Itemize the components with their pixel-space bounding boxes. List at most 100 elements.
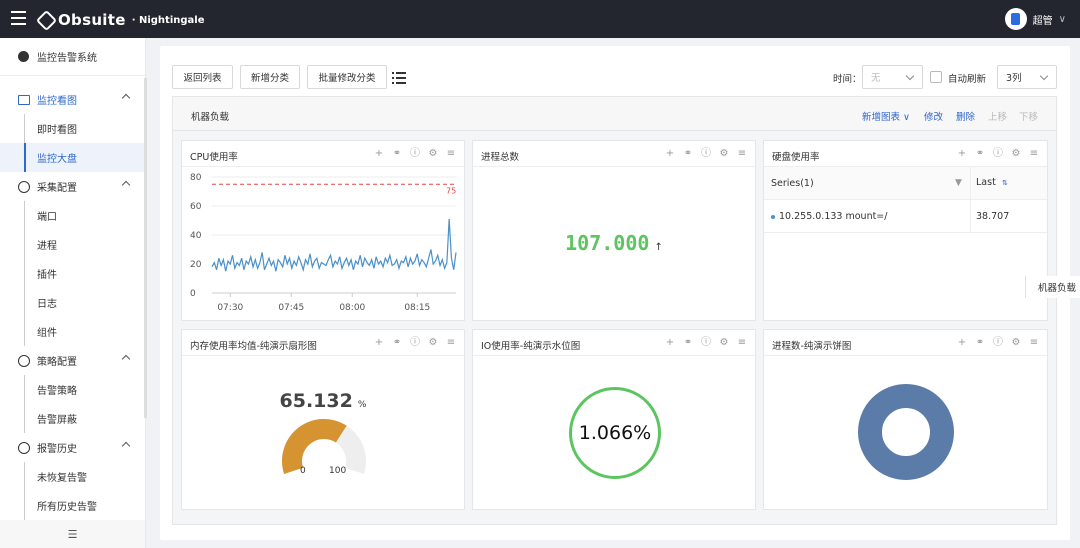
sidebar-group-strategy[interactable]: 策略配置 <box>0 346 145 375</box>
sidebar-item-all-history[interactable]: 所有历史告警 <box>0 491 145 520</box>
info-icon[interactable]: ⓘ <box>410 338 420 348</box>
edit-group-button[interactable]: 修改 <box>924 109 943 123</box>
auto-refresh-checkbox[interactable] <box>930 71 942 83</box>
chevron-up-icon <box>121 354 131 364</box>
link-icon[interactable]: ⚭ <box>683 149 693 159</box>
sort-icon[interactable]: ⇅ <box>1002 179 1008 187</box>
columns-select[interactable]: 3列 <box>997 65 1057 89</box>
sidebar-item-instant[interactable]: 即时看图 <box>0 114 145 143</box>
col-last[interactable]: Last <box>976 177 996 188</box>
brand-name: Obsuite <box>58 11 126 29</box>
batch-edit-button[interactable]: 批量修改分类 <box>307 65 387 89</box>
time-select[interactable]: 无 <box>862 65 923 89</box>
gear-icon[interactable]: ⚙ <box>719 338 729 348</box>
sidebar-group-collect[interactable]: 采集配置 <box>0 172 145 201</box>
link-icon[interactable]: ⚭ <box>392 149 402 159</box>
table-row[interactable]: 10.255.0.133 mount=/ 38.707 <box>764 200 1047 233</box>
top-bar: Obsuite · Nightingale 超管 ∨ <box>0 0 1080 38</box>
sidebar-group-history[interactable]: 报警历史 <box>0 433 145 462</box>
info-icon[interactable]: ⓘ <box>410 149 420 159</box>
chevron-up-icon <box>121 180 131 190</box>
list-icon[interactable]: ≡ <box>446 149 456 159</box>
panel-header: 进程总数 + ⚭ ⓘ ⚙ ≡ <box>473 141 755 167</box>
move-up-button[interactable]: 上移 <box>988 109 1007 123</box>
list-icon[interactable]: ≡ <box>1029 149 1039 159</box>
collapse-sidebar-button[interactable]: ☰ <box>0 520 145 548</box>
globe-icon <box>18 180 30 193</box>
sidebar: 监控告警系统 监控看图 即时看图 监控大盘 采集配置 端口 进程 插件 日志 组… <box>0 38 147 548</box>
user-menu[interactable]: 超管 ∨ <box>1004 8 1066 30</box>
info-icon[interactable]: ⓘ <box>993 338 1003 348</box>
plus-icon[interactable]: + <box>665 149 675 159</box>
sidebar-scrollbar[interactable] <box>144 78 147 418</box>
gear-icon[interactable]: ⚙ <box>428 338 438 348</box>
gear-icon[interactable]: ⚙ <box>428 149 438 159</box>
sidebar-title: 监控告警系统 <box>37 53 97 64</box>
sidebar-item-port[interactable]: 端口 <box>0 201 145 230</box>
info-icon[interactable]: ⓘ <box>701 149 711 159</box>
liquid-value: 1.066% <box>578 422 652 444</box>
info-icon[interactable]: ⓘ <box>993 149 1003 159</box>
sidebar-item-plugin[interactable]: 插件 <box>0 259 145 288</box>
filter-icon[interactable]: ▼ <box>955 178 962 188</box>
sidebar-item-alert-policy[interactable]: 告警策略 <box>0 375 145 404</box>
back-button[interactable]: 返回列表 <box>172 65 233 89</box>
info-icon[interactable]: ⓘ <box>701 338 711 348</box>
list-icon[interactable]: ≡ <box>1029 338 1039 348</box>
x-tick-label: 08:15 <box>404 303 430 313</box>
link-icon[interactable]: ⚭ <box>975 149 985 159</box>
panel-memory: 内存使用率均值-纯演示扇形图 + ⚭ ⓘ ⚙ ≡ 65.132 % 0 100 <box>181 329 465 510</box>
link-icon[interactable]: ⚭ <box>392 338 402 348</box>
sidebar-item-unresolved[interactable]: 未恢复告警 <box>0 462 145 491</box>
add-chart-button[interactable]: 新增图表 ∨ <box>862 109 910 123</box>
gauge-readout: 65.132 % <box>182 390 464 412</box>
compass-icon <box>18 354 30 367</box>
list-icon[interactable]: ≡ <box>737 149 747 159</box>
chevron-up-icon <box>121 441 131 451</box>
panel-title: 进程总数 <box>481 152 520 163</box>
plus-icon[interactable]: + <box>374 149 384 159</box>
y-tick-label: 0 <box>190 289 196 299</box>
collapse-icon: ☰ <box>67 527 78 541</box>
gear-icon[interactable]: ⚙ <box>1011 338 1021 348</box>
plus-icon[interactable]: + <box>665 338 675 348</box>
avatar <box>1004 8 1027 30</box>
list-icon[interactable]: ≡ <box>737 338 747 348</box>
series-table: Series(1) ▼ Last ⇅ 10.255.0.133 mount=/ … <box>764 167 1047 233</box>
list-settings-icon[interactable] <box>392 70 406 84</box>
link-icon[interactable]: ⚭ <box>975 338 985 348</box>
chevron-down-icon <box>905 71 915 81</box>
sidebar-group-monitor[interactable]: 监控看图 <box>0 85 145 114</box>
menu-icon[interactable] <box>11 11 26 25</box>
panel-tools: + ⚭ ⓘ ⚙ ≡ <box>957 338 1039 348</box>
user-name: 超管 <box>1032 15 1053 27</box>
sidebar-item-component[interactable]: 组件 <box>0 317 145 346</box>
plus-icon[interactable]: + <box>374 338 384 348</box>
row-last: 38.707 <box>976 211 1010 222</box>
side-tab[interactable]: 机器负载 <box>1025 276 1080 298</box>
sidebar-item-dashboard[interactable]: 监控大盘 <box>0 143 145 172</box>
plus-icon[interactable]: + <box>957 149 967 159</box>
memory-gauge <box>282 419 366 474</box>
series-line <box>211 219 457 273</box>
plus-icon[interactable]: + <box>957 338 967 348</box>
sidebar-item-alert-mute[interactable]: 告警屏蔽 <box>0 404 145 433</box>
link-icon[interactable]: ⚭ <box>683 338 693 348</box>
time-value: 无 <box>871 73 881 84</box>
brand-logo: Obsuite · Nightingale <box>35 9 205 31</box>
gear-icon[interactable]: ⚙ <box>719 149 729 159</box>
brand-sub: · Nightingale <box>131 14 205 26</box>
sidebar-item-process[interactable]: 进程 <box>0 230 145 259</box>
gear-icon[interactable]: ⚙ <box>1011 149 1021 159</box>
table-header: Series(1) ▼ Last ⇅ <box>764 167 1047 200</box>
y-tick-label: 40 <box>190 231 202 241</box>
sidebar-item-log[interactable]: 日志 <box>0 288 145 317</box>
move-down-button[interactable]: 下移 <box>1019 109 1038 123</box>
donut-chart <box>858 384 954 480</box>
list-icon[interactable]: ≡ <box>446 338 456 348</box>
x-tick-label: 08:00 <box>339 303 365 313</box>
panel-tools: + ⚭ ⓘ ⚙ ≡ <box>665 149 747 159</box>
x-tick-label: 07:30 <box>217 303 243 313</box>
delete-group-button[interactable]: 删除 <box>956 109 975 123</box>
add-category-button[interactable]: 新增分类 <box>240 65 300 89</box>
